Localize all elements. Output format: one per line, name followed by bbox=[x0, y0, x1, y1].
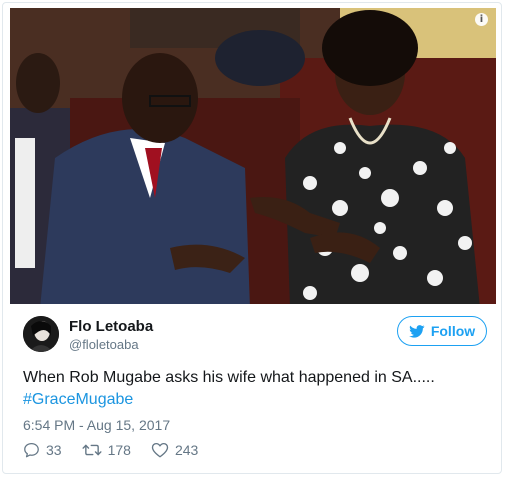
like-button[interactable]: 243 bbox=[151, 442, 198, 458]
follow-button[interactable]: Follow bbox=[397, 316, 487, 346]
like-count: 243 bbox=[174, 442, 199, 458]
author-display-name[interactable]: Flo Letoaba bbox=[69, 318, 153, 336]
tweet-body: When Rob Mugabe asks his wife what happe… bbox=[23, 369, 435, 386]
tweet-actions: 33 178 243 bbox=[23, 442, 218, 458]
reply-count: 33 bbox=[46, 442, 62, 458]
reply-icon bbox=[24, 442, 39, 458]
tweet-timestamp[interactable]: 6:54 PM - Aug 15, 2017 bbox=[23, 417, 170, 433]
tweet-text: When Rob Mugabe asks his wife what happe… bbox=[23, 367, 483, 411]
follow-label: Follow bbox=[430, 323, 476, 339]
tweet-photo[interactable]: i bbox=[10, 8, 496, 304]
retweet-button[interactable]: 178 bbox=[82, 442, 131, 458]
info-icon[interactable]: i bbox=[475, 13, 488, 26]
hashtag-link[interactable]: #GraceMugabe bbox=[23, 389, 483, 411]
author-names: Flo Letoaba @floletoaba bbox=[69, 318, 153, 353]
retweet-count: 178 bbox=[107, 442, 131, 458]
twitter-bird-icon bbox=[408, 324, 425, 338]
author-handle[interactable]: @floletoaba bbox=[69, 336, 153, 353]
reply-button[interactable]: 33 bbox=[23, 442, 62, 458]
heart-icon bbox=[151, 442, 169, 458]
tweet-card: i Flo Letoaba @floletoaba Follow When Ro… bbox=[2, 2, 502, 474]
retweet-icon bbox=[82, 444, 102, 456]
avatar[interactable] bbox=[23, 316, 59, 352]
photo-illustration bbox=[10, 8, 496, 304]
tweet-author: Flo Letoaba @floletoaba Follow bbox=[23, 316, 487, 356]
